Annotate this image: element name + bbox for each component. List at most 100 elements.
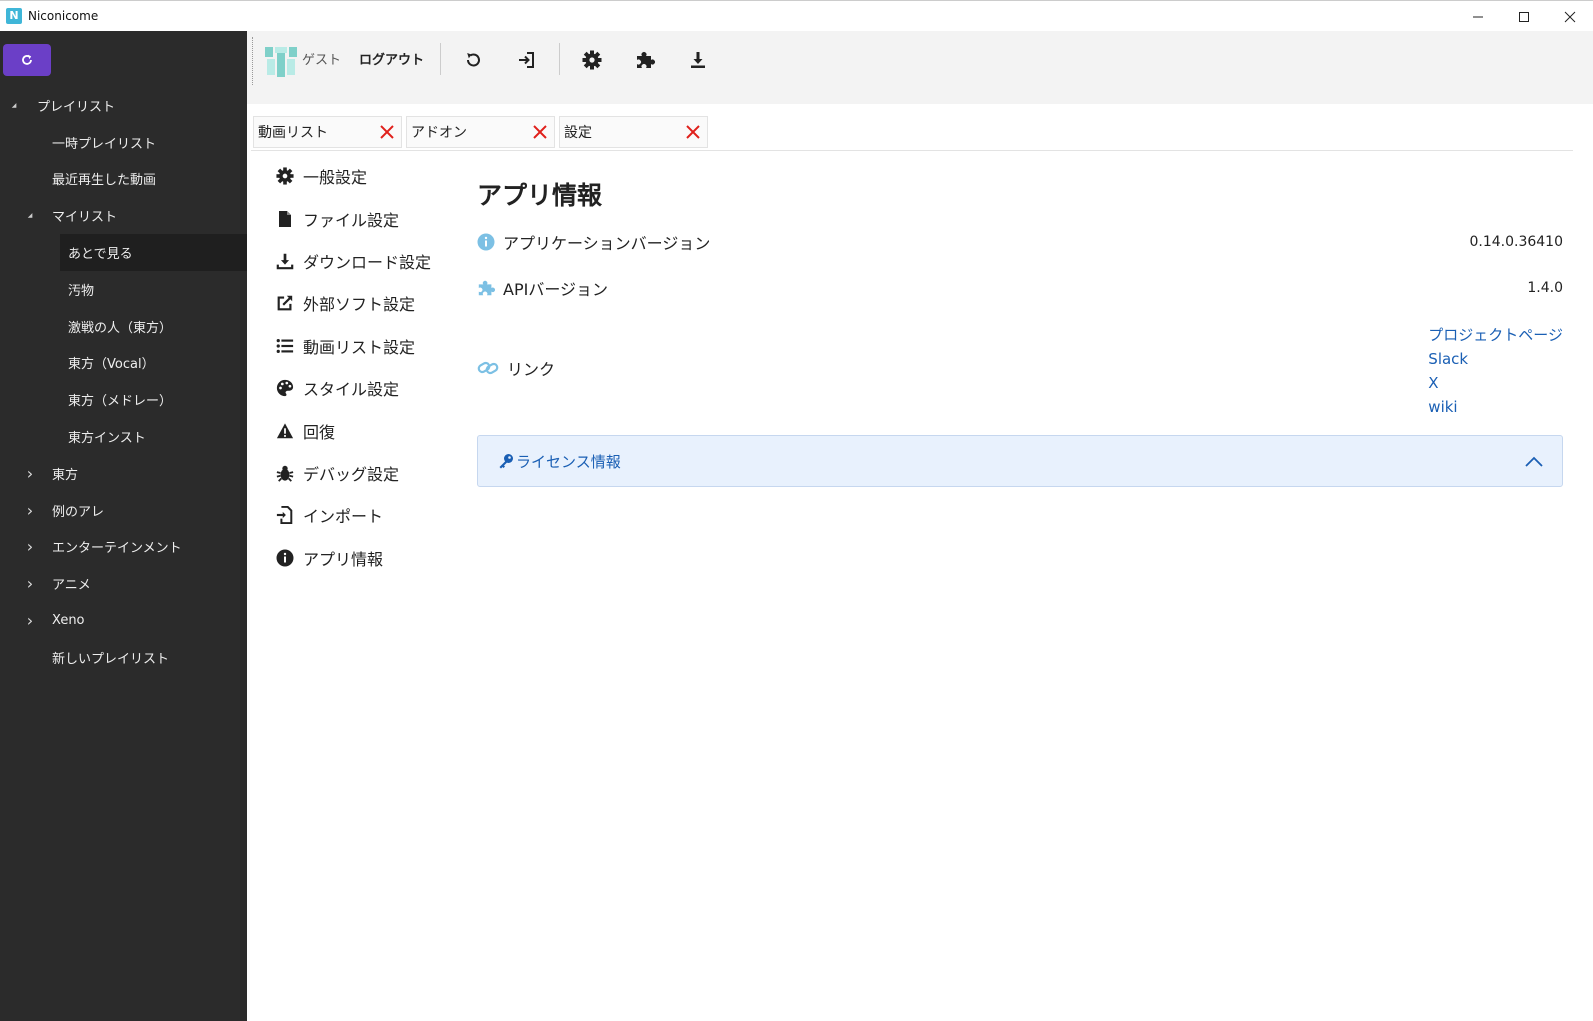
sidebar-tree-item[interactable]: › Xeno bbox=[0, 602, 247, 639]
playlist-tree: ◢ プレイリスト 一時プレイリスト最近再生した動画 ◢ マイリストあとで見る汚物 激戦の人… bbox=[0, 87, 247, 676]
tab-video-list[interactable]: 動画リスト bbox=[253, 116, 402, 148]
tab-addon[interactable]: アドオン bbox=[406, 116, 555, 148]
settings-menu-label: インポート bbox=[303, 507, 384, 527]
bug-icon bbox=[275, 463, 295, 483]
expanded-chevron-icon[interactable]: ◢ bbox=[25, 212, 35, 219]
sidebar-item-label: 例のアレ bbox=[52, 504, 105, 520]
window-title: Niconicome bbox=[28, 9, 99, 23]
title-bar: N Niconicome bbox=[0, 0, 1593, 31]
sidebar-tree-item[interactable]: あとで見る bbox=[60, 234, 247, 271]
settings-menu-item[interactable]: 動画リスト設定 bbox=[275, 325, 455, 367]
settings-menu-item[interactable]: デバッグ設定 bbox=[275, 452, 455, 494]
sidebar-item-label: あとで見る bbox=[68, 247, 133, 263]
close-tab-icon[interactable] bbox=[379, 124, 395, 140]
sidebar-tree-item[interactable]: 東方インスト bbox=[0, 418, 247, 455]
close-tab-icon[interactable] bbox=[532, 124, 548, 140]
chevron-up-icon[interactable] bbox=[1524, 452, 1544, 472]
settings-menu-label: スタイル設定 bbox=[303, 380, 400, 400]
toolbar-grip[interactable] bbox=[252, 37, 254, 85]
sidebar-tree-item[interactable]: › 例のアレ bbox=[0, 492, 247, 529]
external-link-icon bbox=[275, 293, 295, 313]
refresh-icon bbox=[22, 54, 32, 65]
info-icon bbox=[275, 548, 295, 568]
sidebar-tree-item[interactable]: › アニメ bbox=[0, 565, 247, 602]
tab-label: 設定 bbox=[564, 125, 592, 141]
link-project-page[interactable]: プロジェクトページ bbox=[1428, 323, 1563, 347]
settings-menu-label: 動画リスト設定 bbox=[303, 337, 416, 357]
chevron-right-icon[interactable]: › bbox=[25, 611, 35, 630]
chevron-right-icon[interactable]: › bbox=[25, 574, 35, 593]
maximize-button[interactable] bbox=[1501, 1, 1547, 32]
link-slack[interactable]: Slack bbox=[1428, 347, 1563, 371]
toolbar-divider bbox=[559, 43, 560, 75]
close-icon bbox=[1564, 11, 1576, 22]
settings-menu-item[interactable]: 一般設定 bbox=[275, 155, 455, 197]
guest-label: ゲスト bbox=[302, 53, 342, 68]
sidebar-item-label: アニメ bbox=[52, 578, 91, 594]
chevron-right-icon[interactable]: › bbox=[25, 501, 35, 520]
settings-menu-item[interactable]: インポート bbox=[275, 494, 455, 536]
addon-button[interactable] bbox=[632, 47, 658, 73]
minimize-icon bbox=[1473, 16, 1483, 17]
settings-menu-item[interactable]: 外部ソフト設定 bbox=[275, 282, 455, 324]
app-logo-icon: N bbox=[6, 8, 22, 24]
login-button[interactable] bbox=[513, 47, 539, 73]
sidebar-tree-item[interactable]: ◢ マイリスト bbox=[0, 197, 247, 234]
file-icon bbox=[275, 209, 295, 229]
sign-in-icon bbox=[519, 52, 534, 68]
app-version-label: アプリケーションバージョン bbox=[503, 234, 711, 253]
tab-divider bbox=[251, 150, 1573, 151]
toolbar: ゲスト ログアウト bbox=[247, 31, 1593, 104]
logout-button[interactable]: ログアウト bbox=[359, 49, 424, 68]
link-wiki[interactable]: wiki bbox=[1428, 395, 1563, 419]
import-icon bbox=[275, 505, 295, 525]
link-x[interactable]: X bbox=[1428, 371, 1563, 395]
settings-menu-item[interactable]: ファイル設定 bbox=[275, 197, 455, 239]
close-tab-icon[interactable] bbox=[685, 124, 701, 140]
download-button[interactable] bbox=[685, 47, 711, 73]
settings-menu-item[interactable]: スタイル設定 bbox=[275, 367, 455, 409]
tab-label: アドオン bbox=[411, 125, 467, 141]
settings-menu-label: デバッグ設定 bbox=[303, 464, 400, 484]
palette-icon bbox=[275, 378, 295, 398]
license-label: ライセンス情報 bbox=[516, 452, 621, 471]
expanded-chevron-icon[interactable]: ◢ bbox=[9, 102, 19, 109]
license-accordion[interactable]: ライセンス情報 bbox=[477, 435, 1563, 487]
settings-menu-label: ダウンロード設定 bbox=[303, 252, 432, 272]
close-window-button[interactable] bbox=[1547, 1, 1593, 32]
sidebar-tree-item[interactable]: 一時プレイリスト bbox=[0, 124, 247, 161]
sidebar-item-label: 最近再生した動画 bbox=[52, 173, 157, 189]
chevron-right-icon[interactable]: › bbox=[25, 537, 35, 556]
info-icon bbox=[477, 233, 495, 251]
tab-strip: 動画リスト アドオン 設定 bbox=[253, 116, 712, 150]
avatar bbox=[263, 43, 299, 79]
link-icon bbox=[477, 361, 499, 375]
key-icon bbox=[499, 454, 513, 469]
reload-button[interactable] bbox=[460, 47, 486, 73]
minimize-button[interactable] bbox=[1455, 1, 1501, 32]
sidebar-tree-item[interactable]: ◢ プレイリスト bbox=[0, 87, 247, 124]
sidebar-tree-item[interactable]: 激戦の人（東方） bbox=[0, 308, 247, 345]
sidebar-tree-item[interactable]: › エンターテインメント bbox=[0, 529, 247, 566]
settings-menu-item[interactable]: ダウンロード設定 bbox=[275, 240, 455, 282]
window-controls bbox=[1455, 1, 1593, 32]
sidebar-tree-item[interactable]: 新しいプレイリスト bbox=[0, 639, 247, 676]
api-version-value: 1.4.0 bbox=[1527, 280, 1563, 296]
sidebar-tree-item[interactable]: 最近再生した動画 bbox=[0, 161, 247, 198]
refresh-button[interactable] bbox=[3, 44, 51, 76]
chevron-right-icon[interactable]: › bbox=[25, 464, 35, 483]
sidebar-tree-item[interactable]: 東方（メドレー） bbox=[0, 381, 247, 418]
list-icon bbox=[275, 336, 295, 356]
sidebar-tree-item[interactable]: › 東方 bbox=[0, 455, 247, 492]
links-row: リンク bbox=[477, 356, 1563, 380]
settings-menu-item[interactable]: 回復 bbox=[275, 409, 455, 451]
settings-menu-label: 外部ソフト設定 bbox=[303, 295, 416, 315]
settings-menu-item[interactable]: アプリ情報 bbox=[275, 537, 455, 579]
tab-settings[interactable]: 設定 bbox=[559, 116, 708, 148]
sidebar-tree-item[interactable]: 汚物 bbox=[0, 271, 247, 308]
links-label: リンク bbox=[507, 360, 556, 379]
settings-button[interactable] bbox=[579, 47, 605, 73]
sidebar-tree-item[interactable]: 東方（Vocal） bbox=[0, 345, 247, 382]
settings-menu-label: 一般設定 bbox=[303, 168, 368, 188]
sidebar-item-label: 新しいプレイリスト bbox=[52, 651, 170, 667]
